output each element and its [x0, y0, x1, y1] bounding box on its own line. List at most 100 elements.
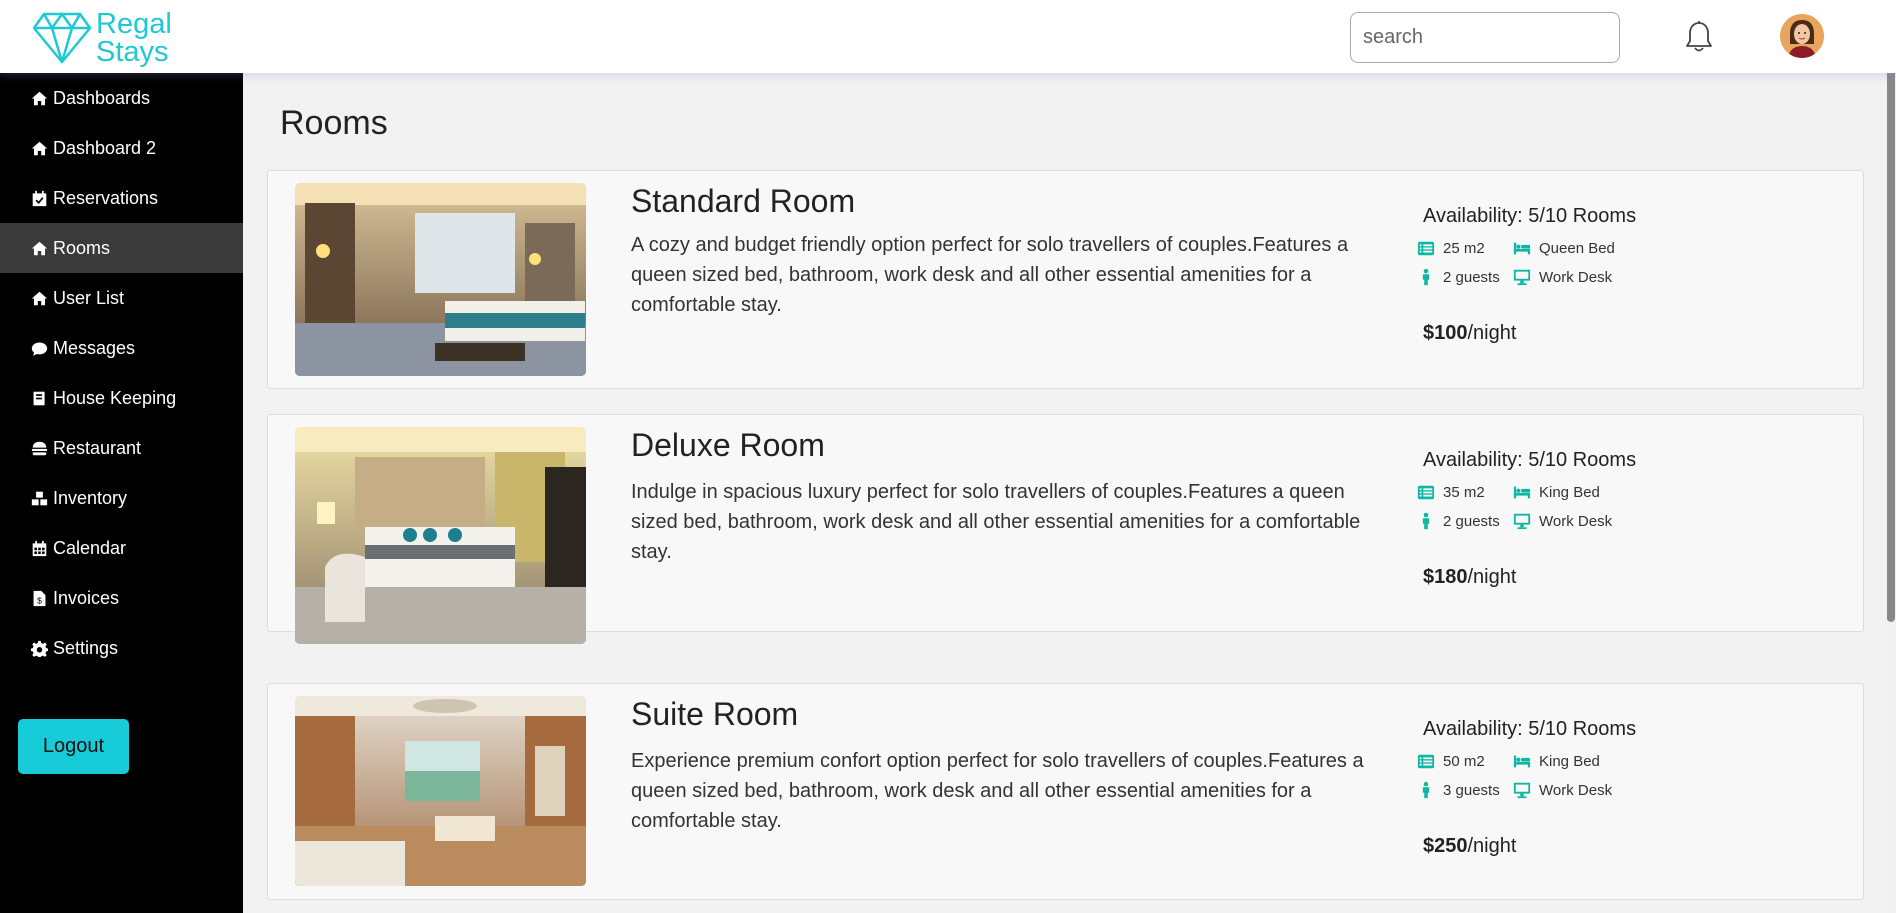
scrollbar-thumb[interactable]	[1887, 22, 1895, 622]
price-unit: /night	[1467, 322, 1517, 344]
room-title: Suite Room	[631, 696, 799, 732]
price-amount: $100	[1423, 322, 1468, 344]
sidebar-item-label: Restaurant	[53, 437, 142, 458]
sidebar-item-calendar[interactable]: Calendar	[0, 523, 243, 573]
bed-icon	[1513, 755, 1531, 768]
sidebar-item-house-keeping[interactable]: House Keeping	[0, 373, 243, 423]
room-description: Indulge in spacious luxury perfect for s…	[631, 481, 1361, 563]
sidebar-item-label: Settings	[53, 637, 119, 658]
room-title: Standard Room	[631, 183, 856, 219]
person-icon	[1422, 781, 1430, 799]
sidebar: Dashboards Dashboard 2 Reservations Room…	[0, 73, 243, 913]
desktop-icon	[1513, 782, 1531, 799]
sidebar-item-label: Invoices	[53, 587, 120, 608]
room-card-suite[interactable]: Suite Room Experience premium confort op…	[267, 683, 1864, 900]
sidebar-item-messages[interactable]: Messages	[0, 323, 243, 373]
brand-logo[interactable]: Regal Stays	[32, 8, 172, 68]
room-description: Experience premium confort option perfec…	[631, 750, 1364, 832]
price-unit: /night	[1467, 835, 1517, 857]
calendar-icon	[32, 540, 47, 556]
sidebar-item-dashboard-2[interactable]: Dashboard 2	[0, 123, 243, 173]
room-size: 50 m2	[1443, 752, 1485, 770]
list-icon	[1417, 754, 1435, 769]
sidebar-item-inventory[interactable]: Inventory	[0, 473, 243, 523]
bed-icon	[1513, 242, 1531, 255]
sidebar-item-label: Reservations	[53, 187, 159, 208]
gear-icon	[31, 640, 48, 657]
bell-icon[interactable]	[1684, 20, 1714, 54]
search-input[interactable]	[1350, 12, 1620, 63]
sidebar-item-label: Dashboards	[53, 87, 151, 108]
price-unit: /night	[1467, 566, 1517, 588]
sidebar-item-settings[interactable]: Settings	[0, 623, 243, 673]
room-price: $100/night	[1423, 322, 1723, 345]
home-icon	[31, 241, 48, 255]
avatar[interactable]	[1780, 14, 1824, 58]
desktop-icon	[1513, 269, 1531, 286]
room-image	[295, 427, 586, 644]
room-size: 35 m2	[1443, 483, 1485, 501]
home-icon	[31, 291, 48, 305]
sidebar-item-rooms[interactable]: Rooms	[0, 223, 243, 273]
user-avatar-icon	[1780, 14, 1824, 58]
sidebar-item-reservations[interactable]: Reservations	[0, 173, 243, 223]
book-icon	[33, 391, 45, 405]
page-title: Rooms	[280, 104, 388, 142]
room-size: 25 m2	[1443, 239, 1485, 257]
home-icon	[31, 91, 48, 105]
availability-text: Availability: 5/10 Rooms	[1423, 449, 1637, 471]
room-card-standard[interactable]: Standard Room A cozy and budget friendly…	[267, 170, 1864, 389]
boxes-icon	[31, 491, 48, 505]
diamond-icon	[32, 12, 92, 64]
sidebar-item-label: House Keeping	[53, 387, 177, 408]
room-image	[295, 183, 586, 376]
sidebar-item-label: User List	[53, 287, 125, 308]
sidebar-item-label: Dashboard 2	[53, 137, 157, 158]
guest-count: 3 guests	[1443, 781, 1500, 799]
room-card-deluxe[interactable]: Deluxe Room Indulge in spacious luxury p…	[267, 414, 1864, 644]
room-price: $180/night	[1423, 566, 1723, 589]
svg-text:$: $	[37, 595, 42, 605]
sidebar-item-label: Calendar	[53, 537, 127, 558]
brand-line-2: Stays	[96, 36, 169, 68]
brand-line-1: Regal	[96, 8, 172, 40]
sidebar-item-invoices[interactable]: $ Invoices	[0, 573, 243, 623]
burger-icon	[31, 441, 48, 455]
room-description: A cozy and budget friendly option perfec…	[631, 234, 1349, 316]
sidebar-item-label: Rooms	[53, 237, 111, 258]
room-info: Availability: 5/10 Rooms 25 m2 Queen Bed…	[1417, 205, 1723, 345]
list-icon	[1417, 485, 1435, 500]
person-icon	[1422, 512, 1430, 530]
home-icon	[31, 141, 48, 155]
main-content: Rooms Standard Room A cozy and budget fr…	[243, 73, 1896, 913]
sidebar-item-user-list[interactable]: User List	[0, 273, 243, 323]
list-icon	[1417, 241, 1435, 256]
sidebar-item-dashboards[interactable]: Dashboards	[0, 73, 243, 123]
room-info: Availability: 5/10 Rooms 35 m2 King Bed …	[1417, 449, 1723, 589]
room-info: Availability: 5/10 Rooms 50 m2 King Bed …	[1417, 718, 1723, 858]
person-icon	[1422, 268, 1430, 286]
guest-count: 2 guests	[1443, 268, 1500, 286]
room-title: Deluxe Room	[631, 427, 825, 463]
desk-label: Work Desk	[1539, 781, 1613, 799]
price-amount: $250	[1423, 835, 1468, 857]
bed-type: King Bed	[1539, 752, 1600, 770]
brand-name: Regal Stays	[96, 8, 172, 68]
desk-label: Work Desk	[1539, 268, 1613, 286]
guest-count: 2 guests	[1443, 512, 1500, 530]
room-image	[295, 696, 586, 886]
bedroom-photo	[295, 696, 586, 886]
page-scrollbar[interactable]	[1885, 0, 1896, 913]
logout-button[interactable]: Logout	[18, 719, 129, 774]
bed-icon	[1513, 486, 1531, 499]
bedroom-photo	[295, 183, 586, 376]
price-amount: $180	[1423, 566, 1468, 588]
bedroom-photo	[295, 427, 586, 644]
room-price: $250/night	[1423, 835, 1723, 858]
sidebar-item-label: Inventory	[53, 487, 128, 508]
bed-type: King Bed	[1539, 483, 1600, 501]
availability-text: Availability: 5/10 Rooms	[1423, 205, 1637, 227]
sidebar-item-label: Messages	[53, 337, 136, 358]
invoice-icon: $	[33, 590, 46, 606]
sidebar-item-restaurant[interactable]: Restaurant	[0, 423, 243, 473]
